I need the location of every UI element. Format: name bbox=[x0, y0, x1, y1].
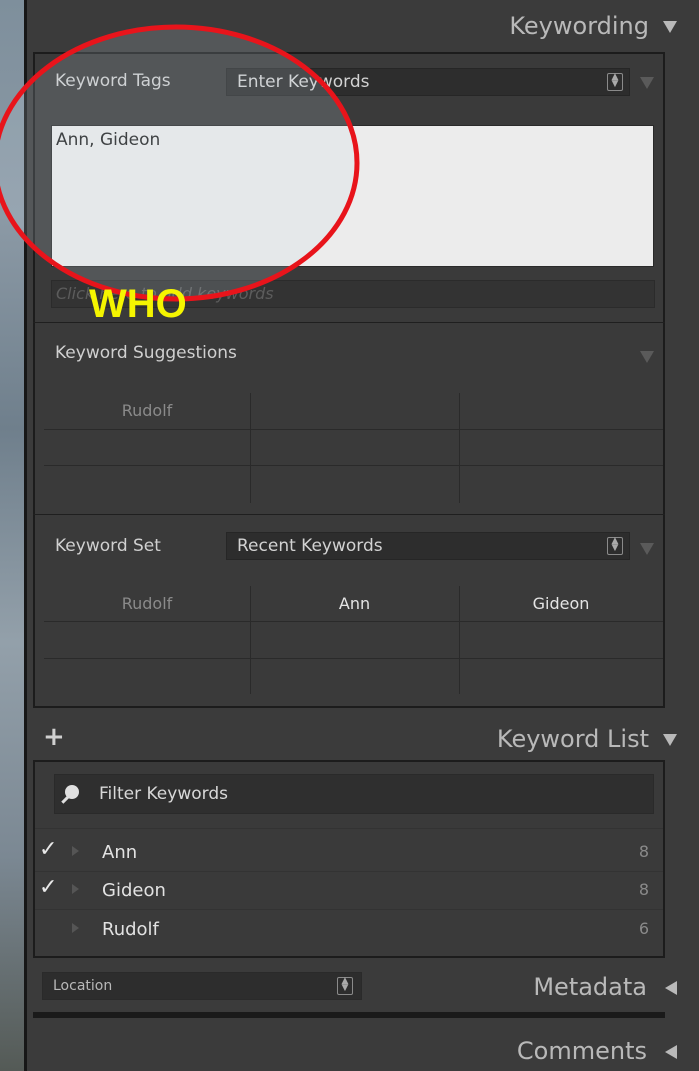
keyword-set-dropdown[interactable]: Recent Keywords ▲ ▼ bbox=[226, 532, 630, 560]
who-annotation: WHO bbox=[89, 282, 187, 326]
expand-triangle-icon[interactable] bbox=[665, 1045, 677, 1059]
keyword-list-header[interactable]: Keyword List bbox=[27, 725, 699, 753]
keyword-tags-dropdown[interactable]: Enter Keywords ▲ ▼ bbox=[226, 68, 630, 96]
keyword-set-cell[interactable]: Rudolf bbox=[44, 594, 250, 613]
filter-keywords-input[interactable]: Filter Keywords bbox=[54, 774, 654, 814]
keyword-count: 6 bbox=[638, 919, 649, 938]
keyword-list-item[interactable]: ✓ Ann 8 bbox=[35, 834, 663, 872]
keyword-list-title: Keyword List bbox=[496, 725, 649, 753]
stepper-icon: ▲ ▼ bbox=[607, 537, 623, 555]
keyword-count: 8 bbox=[638, 880, 649, 899]
metadata-header[interactable]: Metadata bbox=[27, 973, 699, 1001]
keyword-list-item[interactable]: ✓ Gideon 8 bbox=[35, 872, 663, 910]
expand-arrow-icon[interactable] bbox=[72, 884, 79, 894]
panel-separator bbox=[33, 1012, 665, 1018]
keyword-tags-menu-icon[interactable] bbox=[640, 72, 654, 91]
divider bbox=[33, 514, 665, 515]
expand-arrow-icon[interactable] bbox=[72, 846, 79, 856]
keyword-name: Rudolf bbox=[102, 919, 159, 940]
checkmark-icon[interactable]: ✓ bbox=[39, 837, 57, 862]
keywording-title: Keywording bbox=[509, 12, 649, 40]
keywords-text: Ann, Gideon bbox=[56, 130, 161, 150]
divider bbox=[35, 909, 663, 910]
keyword-set-cell[interactable]: Ann bbox=[250, 594, 459, 613]
keywording-header[interactable]: Keywording bbox=[27, 12, 699, 40]
expand-triangle-icon[interactable] bbox=[665, 981, 677, 995]
keyword-list-item[interactable]: Rudolf 6 bbox=[35, 911, 663, 949]
collapse-triangle-icon[interactable] bbox=[663, 21, 677, 33]
collapse-triangle-icon[interactable] bbox=[663, 734, 677, 746]
suggestions-menu-icon[interactable] bbox=[640, 346, 654, 365]
comments-header[interactable]: Comments bbox=[27, 1037, 699, 1065]
search-icon-handle bbox=[61, 795, 70, 804]
keyword-tags-label: Keyword Tags bbox=[55, 71, 171, 91]
keyword-set-value: Recent Keywords bbox=[237, 536, 383, 556]
background-photo bbox=[0, 0, 24, 1071]
keyword-set-label: Keyword Set bbox=[55, 536, 161, 556]
keyword-name: Ann bbox=[102, 842, 138, 863]
metadata-title: Metadata bbox=[533, 973, 647, 1001]
keyword-set-cell[interactable]: Gideon bbox=[459, 594, 663, 613]
divider bbox=[35, 828, 663, 829]
checkmark-icon[interactable]: ✓ bbox=[39, 875, 57, 900]
comments-title: Comments bbox=[516, 1037, 647, 1065]
suggestion-cell[interactable]: Rudolf bbox=[44, 401, 250, 420]
suggestions-label: Keyword Suggestions bbox=[55, 343, 237, 363]
keywords-textarea[interactable]: Ann, Gideon bbox=[51, 125, 654, 267]
keyword-count: 8 bbox=[638, 842, 649, 861]
keyword-set-menu-icon[interactable] bbox=[640, 538, 654, 557]
keyword-tags-mode: Enter Keywords bbox=[237, 72, 370, 92]
expand-arrow-icon[interactable] bbox=[72, 923, 79, 933]
stepper-icon: ▲ ▼ bbox=[607, 73, 623, 91]
keyword-name: Gideon bbox=[102, 880, 166, 901]
filter-placeholder: Filter Keywords bbox=[99, 784, 228, 804]
